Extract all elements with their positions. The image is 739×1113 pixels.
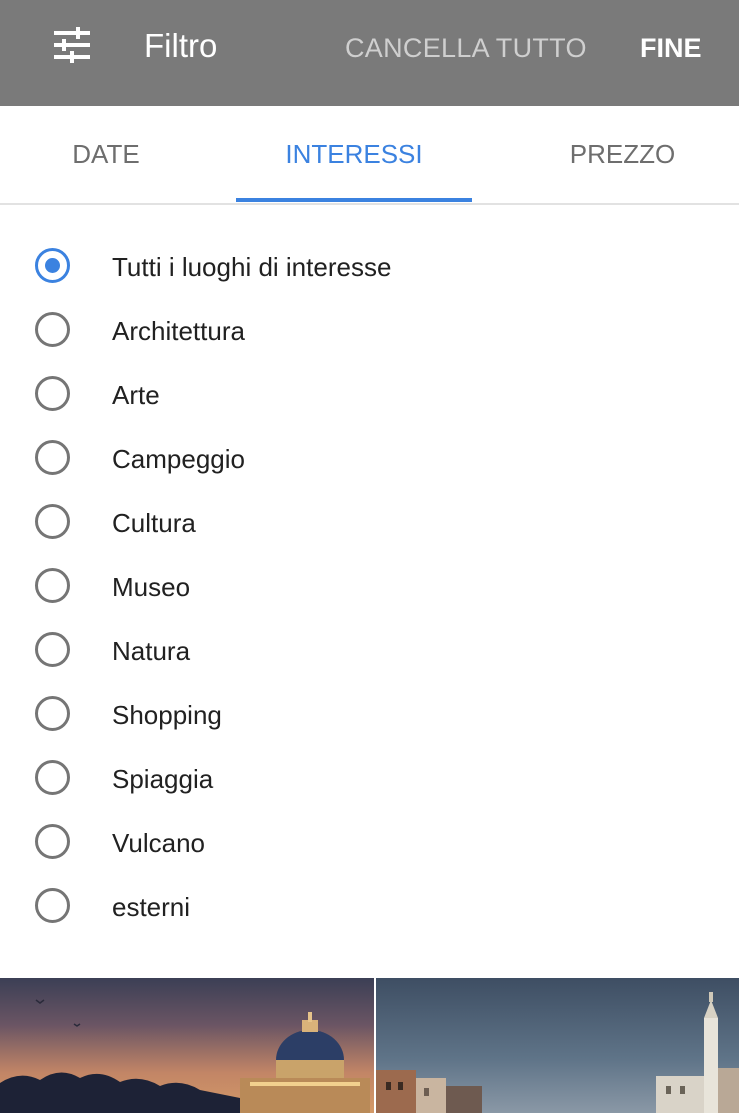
radio-button[interactable] [35,440,70,475]
option-vulcano[interactable]: Vulcano [0,812,739,876]
option-campeggio[interactable]: Campeggio [0,428,739,492]
tab-interessi[interactable]: INTERESSI [236,106,472,203]
radio-button[interactable] [35,696,70,731]
venice-canal-photo[interactable] [376,978,739,1113]
option-spiaggia[interactable]: Spiaggia [0,748,739,812]
done-button[interactable]: FINE [640,31,702,65]
option-museo[interactable]: Museo [0,556,739,620]
option-cultura[interactable]: Cultura [0,492,739,556]
radio-button-checked[interactable] [35,248,70,283]
option-label: Architettura [112,316,245,346]
rome-skyline-illustration [0,999,370,1113]
top-bar: Filtro CANCELLA TUTTO FINE [0,0,739,106]
radio-button[interactable] [35,824,70,859]
option-label: Spiaggia [112,764,214,794]
destination-images-strip [0,978,739,1113]
option-label: esterni [112,892,191,922]
option-arte[interactable]: Arte [0,364,739,428]
option-shopping[interactable]: Shopping [0,684,739,748]
option-natura[interactable]: Natura [0,620,739,684]
clear-all-button[interactable]: CANCELLA TUTTO [345,31,587,65]
tab-date[interactable]: DATE [0,106,212,203]
radio-button[interactable] [35,888,70,923]
radio-button[interactable] [35,568,70,603]
tune-sliders-icon[interactable] [52,27,92,63]
option-label: Campeggio [112,444,245,474]
option-tutti[interactable]: Tutti i luoghi di interesse [0,236,739,300]
option-architettura[interactable]: Architettura [0,300,739,364]
option-label: Shopping [112,700,222,730]
radio-button[interactable] [35,632,70,667]
tab-bar: DATE INTERESSI PREZZO [0,106,739,205]
radio-button[interactable] [35,504,70,539]
rome-skyline-dusk-photo[interactable] [0,978,374,1113]
option-label: Cultura [112,508,196,538]
active-tab-indicator [236,198,472,202]
option-esterni[interactable]: esterni [0,876,739,940]
radio-button[interactable] [35,760,70,795]
option-label: Tutti i luoghi di interesse [112,252,392,282]
page-title: Filtro [144,27,218,64]
tab-prezzo[interactable]: PREZZO [506,106,739,203]
option-label: Natura [112,636,191,666]
option-label: Vulcano [112,828,205,858]
option-label: Museo [112,572,191,602]
interest-options-list: Tutti i luoghi di interesse Architettura… [0,236,739,940]
option-label: Arte [112,380,160,410]
radio-button[interactable] [35,376,70,411]
radio-button[interactable] [35,312,70,347]
venice-buildings-illustration [376,992,739,1113]
